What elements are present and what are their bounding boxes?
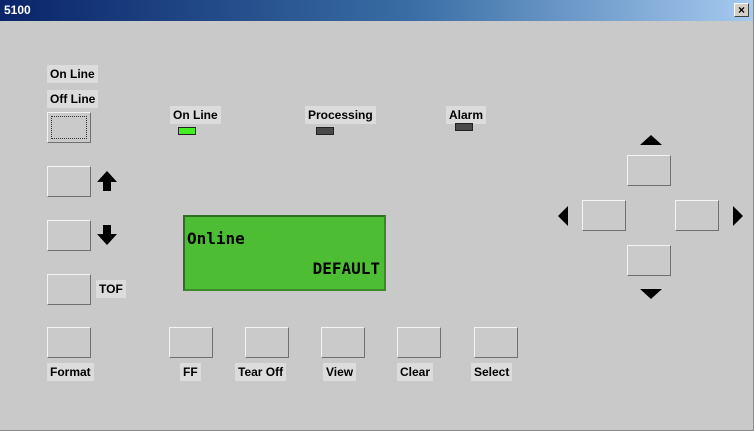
online-offline-button[interactable] <box>47 112 91 143</box>
line-down-button[interactable] <box>47 220 91 251</box>
alarm-led <box>455 123 473 131</box>
lcd-display: Online DEFAULT <box>183 215 386 291</box>
status-alarm-label: Alarm <box>446 106 487 124</box>
triangle-up-icon <box>640 135 662 145</box>
nav-down-button[interactable] <box>627 245 671 276</box>
triangle-down-icon <box>640 289 662 299</box>
nav-left-button[interactable] <box>582 200 626 231</box>
tear-off-button[interactable] <box>245 327 289 358</box>
arrow-down-icon <box>97 225 117 245</box>
tof-button[interactable] <box>47 274 91 305</box>
printer-panel-window: 5100 × On Line Off Line TOF On Line Proc… <box>0 0 754 431</box>
format-label: Format <box>47 363 94 381</box>
status-online-label: On Line <box>170 106 221 124</box>
nav-right-button[interactable] <box>675 200 719 231</box>
status-processing-label: Processing <box>305 106 376 124</box>
select-label: Select <box>471 363 513 381</box>
line-up-button[interactable] <box>47 166 91 197</box>
triangle-right-icon <box>733 206 743 226</box>
arrow-up-icon <box>97 171 117 191</box>
title-bar: 5100 × <box>0 0 753 21</box>
view-label: View <box>323 363 357 381</box>
off-line-mode-label: Off Line <box>47 90 99 108</box>
processing-led <box>316 127 334 135</box>
online-led <box>178 127 196 135</box>
close-button[interactable]: × <box>734 3 749 17</box>
view-button[interactable] <box>321 327 365 358</box>
lcd-line-1: Online <box>187 229 245 248</box>
lcd-line-2: DEFAULT <box>312 259 380 278</box>
clear-button[interactable] <box>397 327 441 358</box>
tof-label: TOF <box>96 280 126 298</box>
nav-up-button[interactable] <box>627 155 671 186</box>
on-line-mode-label: On Line <box>47 65 98 83</box>
clear-label: Clear <box>397 363 434 381</box>
format-button[interactable] <box>47 327 91 358</box>
window-title: 5100 <box>4 3 31 17</box>
ff-button[interactable] <box>169 327 213 358</box>
tear-off-label: Tear Off <box>235 363 287 381</box>
ff-label: FF <box>180 363 201 381</box>
select-button[interactable] <box>474 327 518 358</box>
triangle-left-icon <box>558 206 568 226</box>
